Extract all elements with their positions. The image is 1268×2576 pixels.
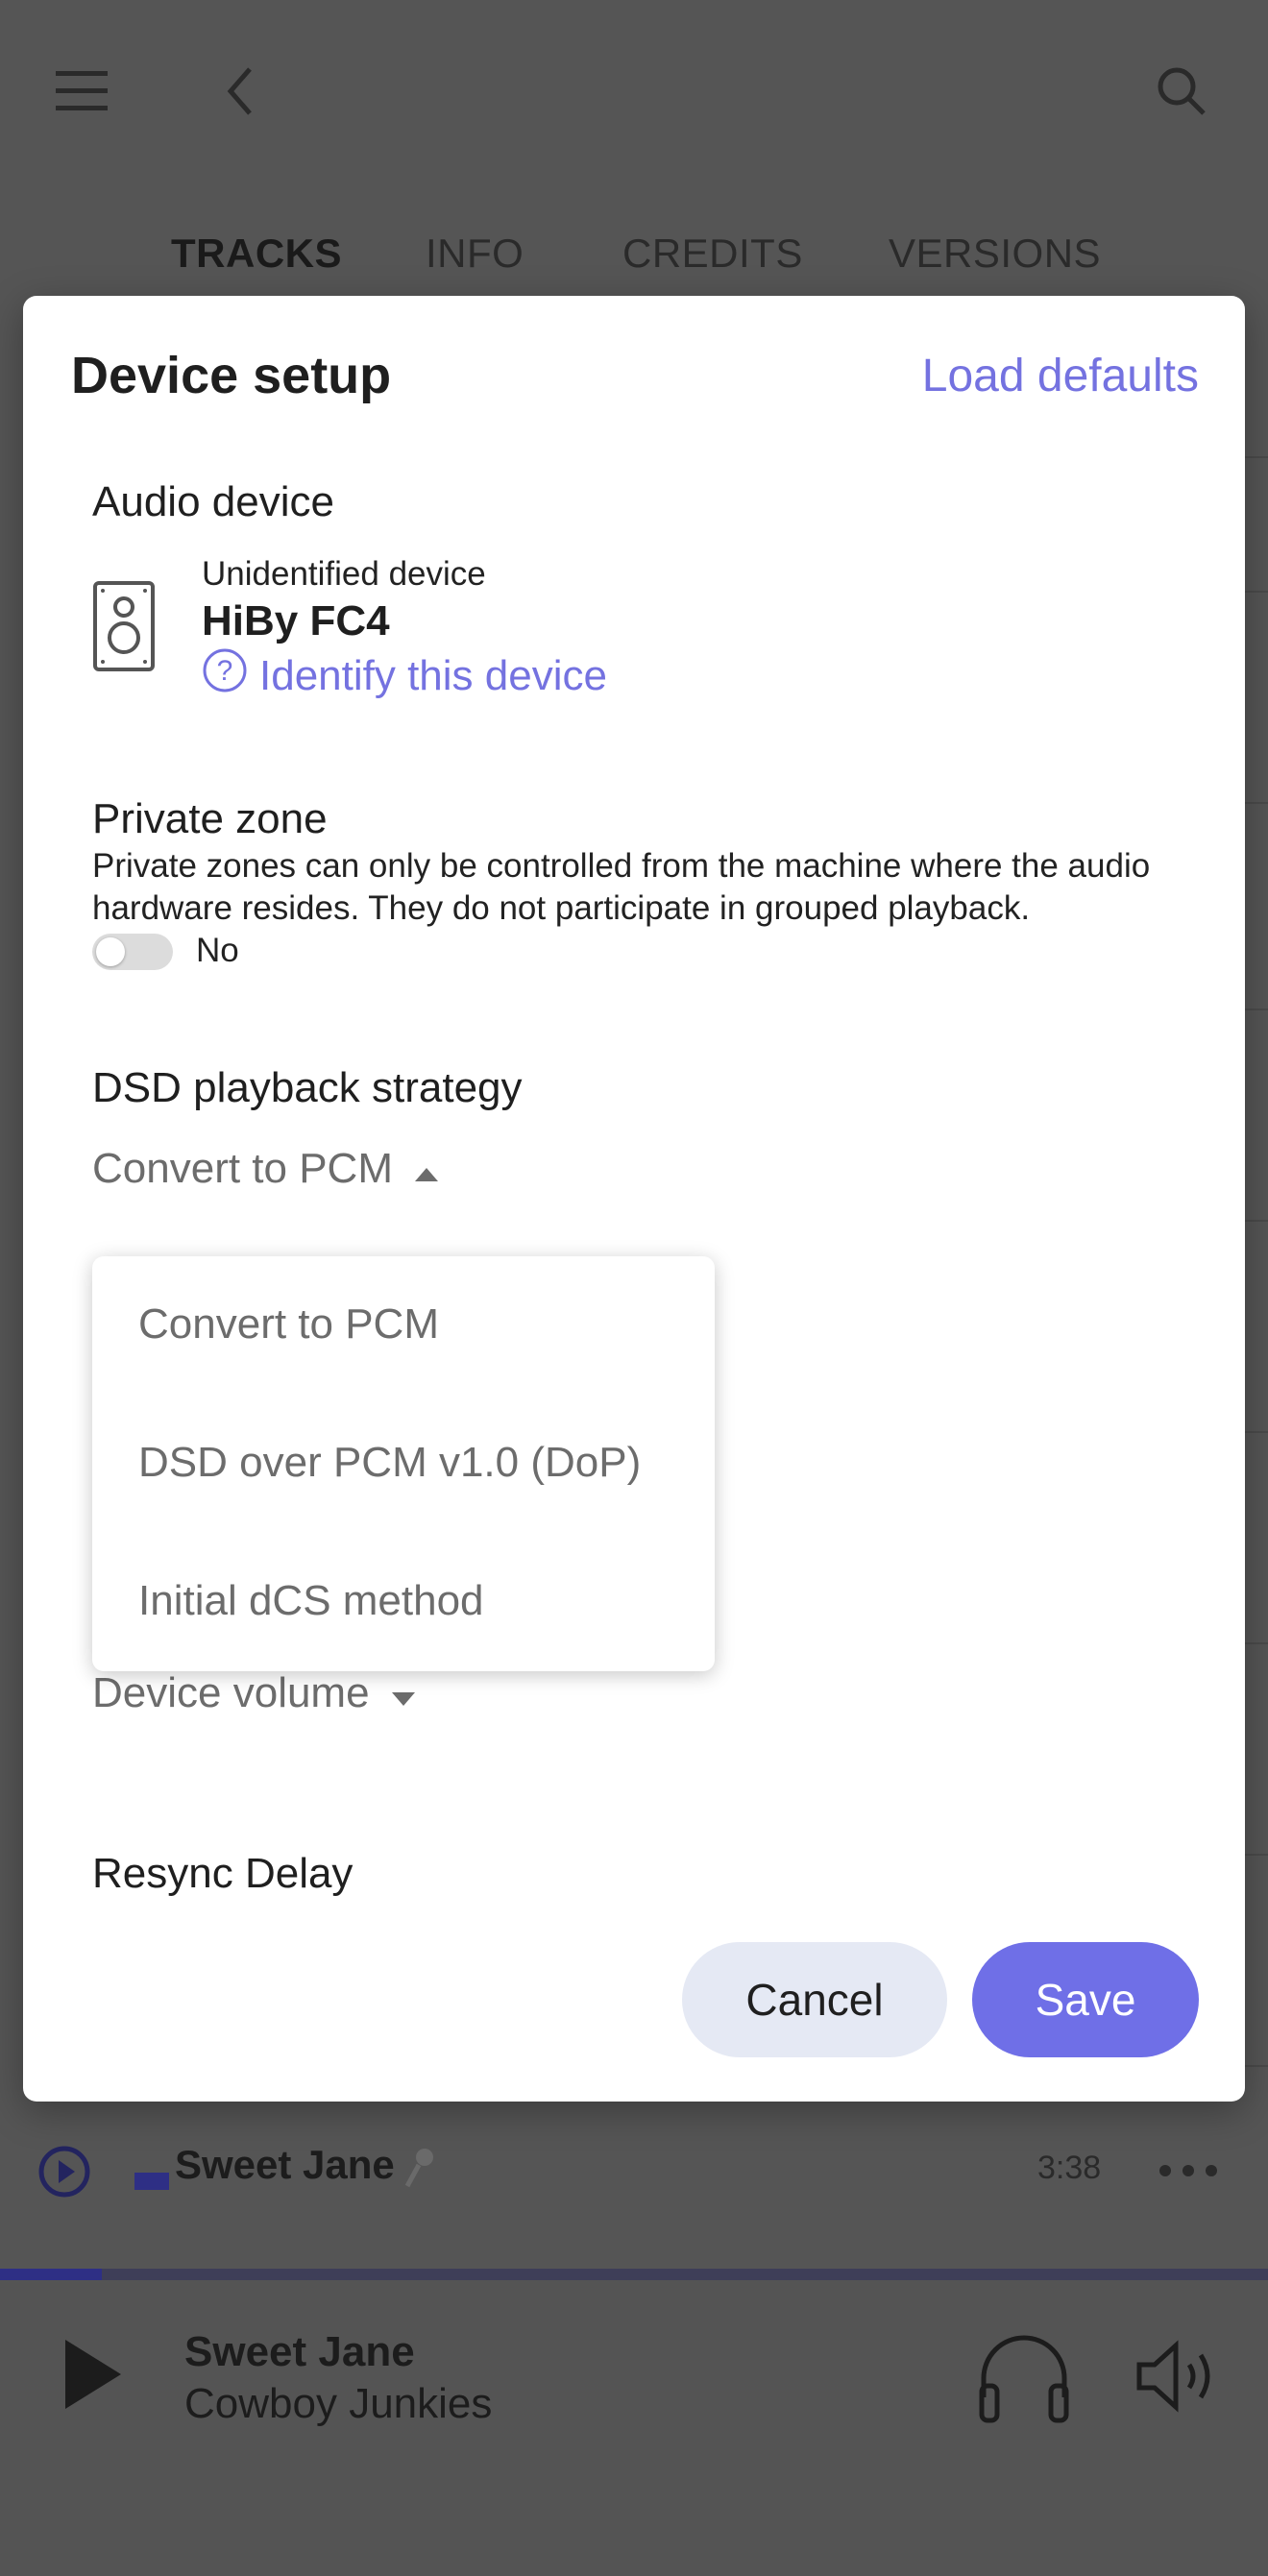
device-name: HiBy FC4: [202, 597, 390, 644]
audio-device-heading: Audio device: [92, 478, 334, 525]
app-top-bar: [0, 0, 1268, 182]
back-icon[interactable]: [211, 58, 269, 125]
search-icon[interactable]: [1148, 58, 1215, 125]
dsd-strategy-heading: DSD playback strategy: [92, 1064, 523, 1111]
headphones-icon[interactable]: [974, 2330, 1074, 2431]
playback-progress-fill: [0, 2269, 102, 2280]
private-zone-description: Private zones can only be controlled fro…: [92, 847, 1151, 927]
svg-text:?: ?: [217, 655, 233, 687]
identify-device-link[interactable]: ? Identify this device: [202, 647, 607, 704]
dsd-option[interactable]: Initial dCS method: [138, 1577, 484, 1625]
resync-delay-heading: Resync Delay: [92, 1850, 354, 1897]
now-playing-title: Sweet Jane: [184, 2328, 415, 2375]
load-defaults-link[interactable]: Load defaults: [922, 350, 1199, 402]
caret-up-icon: [414, 1145, 439, 1193]
play-icon[interactable]: [60, 2336, 127, 2418]
cancel-button[interactable]: Cancel: [682, 1942, 947, 2057]
device-status: Unidentified device: [202, 555, 486, 593]
private-zone-toggle-label: No: [196, 932, 239, 969]
private-zone-toggle[interactable]: [92, 934, 173, 970]
menu-icon[interactable]: [48, 58, 115, 125]
mic-icon: [403, 2146, 438, 2197]
track-row[interactable]: Sweet Jane 3:38: [0, 2123, 1268, 2219]
dsd-option[interactable]: Convert to PCM: [138, 1300, 439, 1349]
volume-control-select[interactable]: Device volume: [92, 1669, 416, 1717]
tab-versions[interactable]: VERSIONS: [889, 231, 1101, 277]
now-playing-artist: Cowboy Junkies: [184, 2380, 493, 2427]
dialog-title: Device setup: [71, 347, 392, 404]
album-tabs: TRACKS INFO CREDITS VERSIONS: [0, 231, 1268, 288]
dsd-strategy-select[interactable]: Convert to PCM: [92, 1145, 439, 1193]
volume-selected-value: Device volume: [92, 1669, 370, 1716]
track-duration: 3:38: [1037, 2150, 1102, 2186]
identify-device-label: Identify this device: [259, 651, 607, 699]
speaker-icon: [92, 580, 156, 677]
play-track-icon[interactable]: [38, 2146, 90, 2202]
volume-icon[interactable]: [1134, 2338, 1226, 2419]
more-icon[interactable]: [1158, 2163, 1219, 2183]
tab-tracks[interactable]: TRACKS: [171, 231, 342, 277]
private-zone-heading: Private zone: [92, 795, 328, 842]
caret-down-icon: [391, 1669, 416, 1717]
track-title: Sweet Jane: [175, 2142, 395, 2187]
tab-info[interactable]: INFO: [426, 231, 524, 277]
now-playing-bar: Sweet Jane Cowboy Junkies: [0, 2280, 1268, 2576]
dsd-option[interactable]: DSD over PCM v1.0 (DoP): [138, 1439, 641, 1487]
save-button[interactable]: Save: [972, 1942, 1199, 2057]
device-setup-dialog: Device setup Load defaults Audio device …: [23, 296, 1245, 2102]
question-icon: ?: [202, 647, 248, 704]
dsd-strategy-dropdown: Convert to PCM DSD over PCM v1.0 (DoP) I…: [92, 1256, 715, 1671]
dsd-selected-value: Convert to PCM: [92, 1145, 393, 1192]
playback-progress-bar[interactable]: [0, 2269, 1268, 2280]
tab-credits[interactable]: CREDITS: [622, 231, 803, 277]
toggle-knob: [96, 937, 125, 966]
playing-indicator-icon: [134, 2173, 169, 2190]
